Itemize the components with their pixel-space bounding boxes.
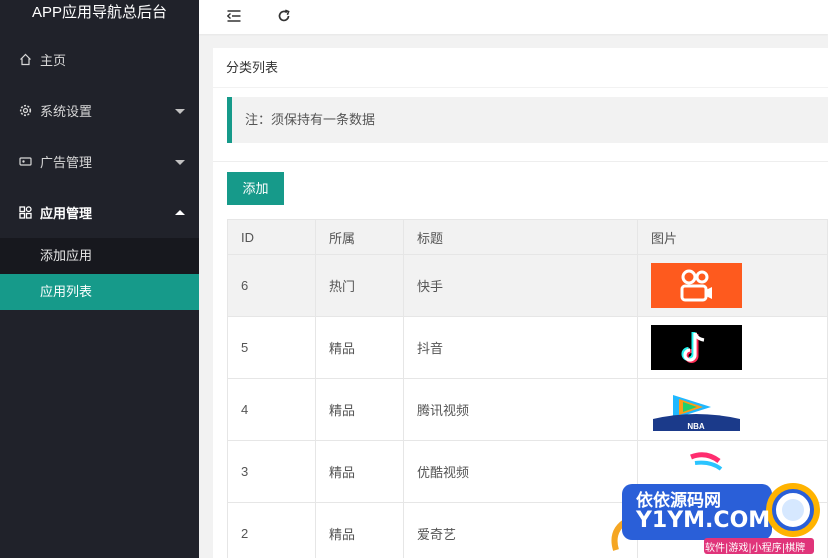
cell-id: 2 <box>227 502 316 558</box>
cell-category: 热门 <box>315 254 404 317</box>
column-header-id: ID <box>227 219 316 255</box>
kuaishou-logo <box>651 263 742 308</box>
column-header-image: 图片 <box>637 219 828 255</box>
cell-category: 精品 <box>315 316 404 379</box>
app-title: APP应用导航总后台 <box>0 0 199 34</box>
cell-image: NBA <box>637 378 828 441</box>
tencent-video-logo: NBA <box>651 387 742 432</box>
sidebar: APP应用导航总后台 主页 系统设置 广告管理 应用管理 添加应用 应用列表 <box>0 0 199 558</box>
sidebar-item-home[interactable]: 主页 <box>0 34 199 85</box>
chevron-up-icon <box>175 209 185 215</box>
divider <box>213 161 828 162</box>
column-header-title: 标题 <box>403 219 638 255</box>
cell-title: 快手 <box>403 254 638 317</box>
sidebar-item-label: 广告管理 <box>40 155 93 170</box>
table-header-row: ID 所属 标题 图片 <box>227 219 828 255</box>
cell-image <box>637 254 828 317</box>
cell-id: 4 <box>227 378 316 441</box>
gear-icon <box>18 104 32 118</box>
card-title: 分类列表 <box>213 48 828 88</box>
cell-id: 3 <box>227 440 316 503</box>
sidebar-item-system-settings[interactable]: 系统设置 <box>0 85 199 136</box>
cell-id: 6 <box>227 254 316 317</box>
menu-fold-icon[interactable] <box>223 5 245 27</box>
add-button[interactable]: 添加 <box>227 172 284 205</box>
cell-title: 优酷视频 <box>403 440 638 503</box>
apps-icon <box>18 206 32 220</box>
table-row[interactable]: 6 热门 快手 <box>227 254 828 317</box>
sidebar-item-label: 应用管理 <box>40 206 93 221</box>
cell-category: 精品 <box>315 378 404 441</box>
notice-box: 注：须保持有一条数据 <box>227 97 828 143</box>
sidebar-item-label: 系统设置 <box>40 104 93 119</box>
home-icon <box>18 53 32 67</box>
cell-category: 精品 <box>315 440 404 503</box>
cell-id: 5 <box>227 316 316 379</box>
sidebar-item-ad-management[interactable]: 广告管理 <box>0 136 199 187</box>
sidebar-item-app-management[interactable]: 应用管理 <box>0 187 199 238</box>
watermark-line3: 软件|游戏|小程序|棋牌 <box>705 543 806 554</box>
sidebar-item-label: 主页 <box>40 53 67 68</box>
douyin-logo <box>651 325 742 370</box>
watermark-line2: Y1YM.COM <box>636 508 771 533</box>
table-row[interactable]: 5 精品 抖音 <box>227 316 828 379</box>
sidebar-subnav: 添加应用 应用列表 <box>0 238 199 310</box>
cell-title: 爱奇艺 <box>403 502 638 558</box>
cell-title: 腾讯视频 <box>403 378 638 441</box>
chevron-down-icon <box>175 108 185 114</box>
svg-text:NBA: NBA <box>687 422 705 431</box>
cell-title: 抖音 <box>403 316 638 379</box>
cell-category: 精品 <box>315 502 404 558</box>
top-header <box>199 0 828 34</box>
cell-image <box>637 316 828 379</box>
sidebar-subitem-app-list[interactable]: 应用列表 <box>0 274 199 310</box>
table-row[interactable]: 4 精品 腾讯视频 NBA <box>227 378 828 441</box>
watermark-logo: 依依源码网 Y1YM.COM 软件|游戏|小程序|棋牌 <box>608 470 828 558</box>
refresh-icon[interactable] <box>273 5 295 27</box>
sidebar-subitem-add-app[interactable]: 添加应用 <box>0 238 199 274</box>
ad-icon <box>18 155 32 169</box>
column-header-category: 所属 <box>315 219 404 255</box>
chevron-down-icon <box>175 159 185 165</box>
